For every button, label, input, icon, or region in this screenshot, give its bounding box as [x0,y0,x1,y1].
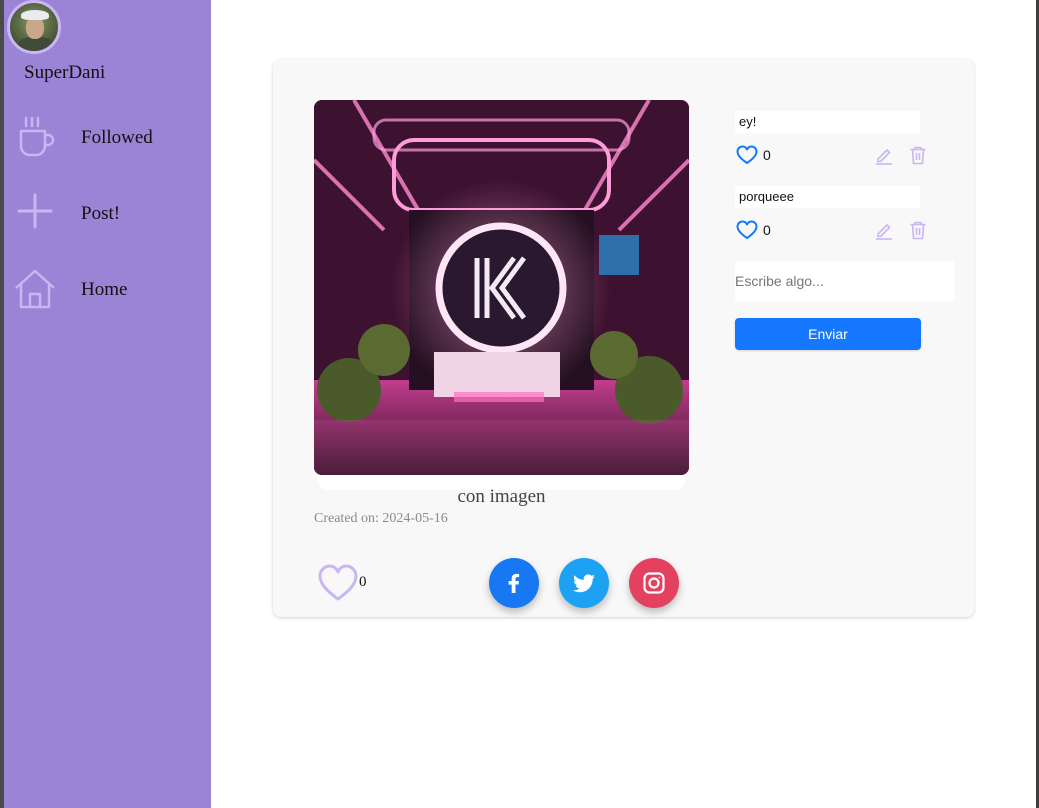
twitter-icon [573,574,595,593]
comment-like-count: 0 [763,222,771,238]
sidebar-item-post[interactable]: Post! [14,190,204,242]
send-comment-button[interactable]: Enviar [735,318,921,350]
trash-icon[interactable] [908,220,928,240]
post-card: con imagen Created on: 2024-05-16 0 ey! … [273,59,974,617]
avatar[interactable] [7,0,61,54]
instagram-icon [643,572,665,594]
post-created-date: Created on: 2024-05-16 [314,511,448,526]
heart-icon[interactable] [736,145,758,165]
twitter-share-button[interactable] [559,558,609,608]
comment-text: ey! [735,111,920,133]
comment-input[interactable] [735,261,954,301]
edit-icon[interactable] [874,220,894,240]
sidebar-item-label: Home [81,279,128,300]
facebook-share-button[interactable] [489,558,539,608]
comment-like-count: 0 [763,147,771,163]
plus-icon [17,193,53,229]
home-icon [15,269,55,309]
neon-logo-image [314,100,689,475]
sidebar-item-label: Post! [81,203,121,224]
trash-icon[interactable] [908,145,928,165]
heart-icon[interactable] [317,563,359,603]
post-like-count: 0 [359,574,367,590]
sidebar-item-label: Followed [81,127,153,148]
edit-icon[interactable] [874,145,894,165]
post-image[interactable] [314,100,689,475]
sidebar-item-followed[interactable]: Followed [14,114,204,166]
coffee-cup-icon [19,116,55,157]
post-caption: con imagen [457,486,546,507]
heart-icon[interactable] [736,220,758,240]
instagram-share-button[interactable] [629,558,679,608]
username: SuperDani [24,62,106,83]
sidebar: SuperDani Followed Post! Home [4,0,211,808]
comment-text: porqueee [735,186,920,208]
sidebar-item-home[interactable]: Home [14,266,204,318]
facebook-icon [508,573,520,593]
